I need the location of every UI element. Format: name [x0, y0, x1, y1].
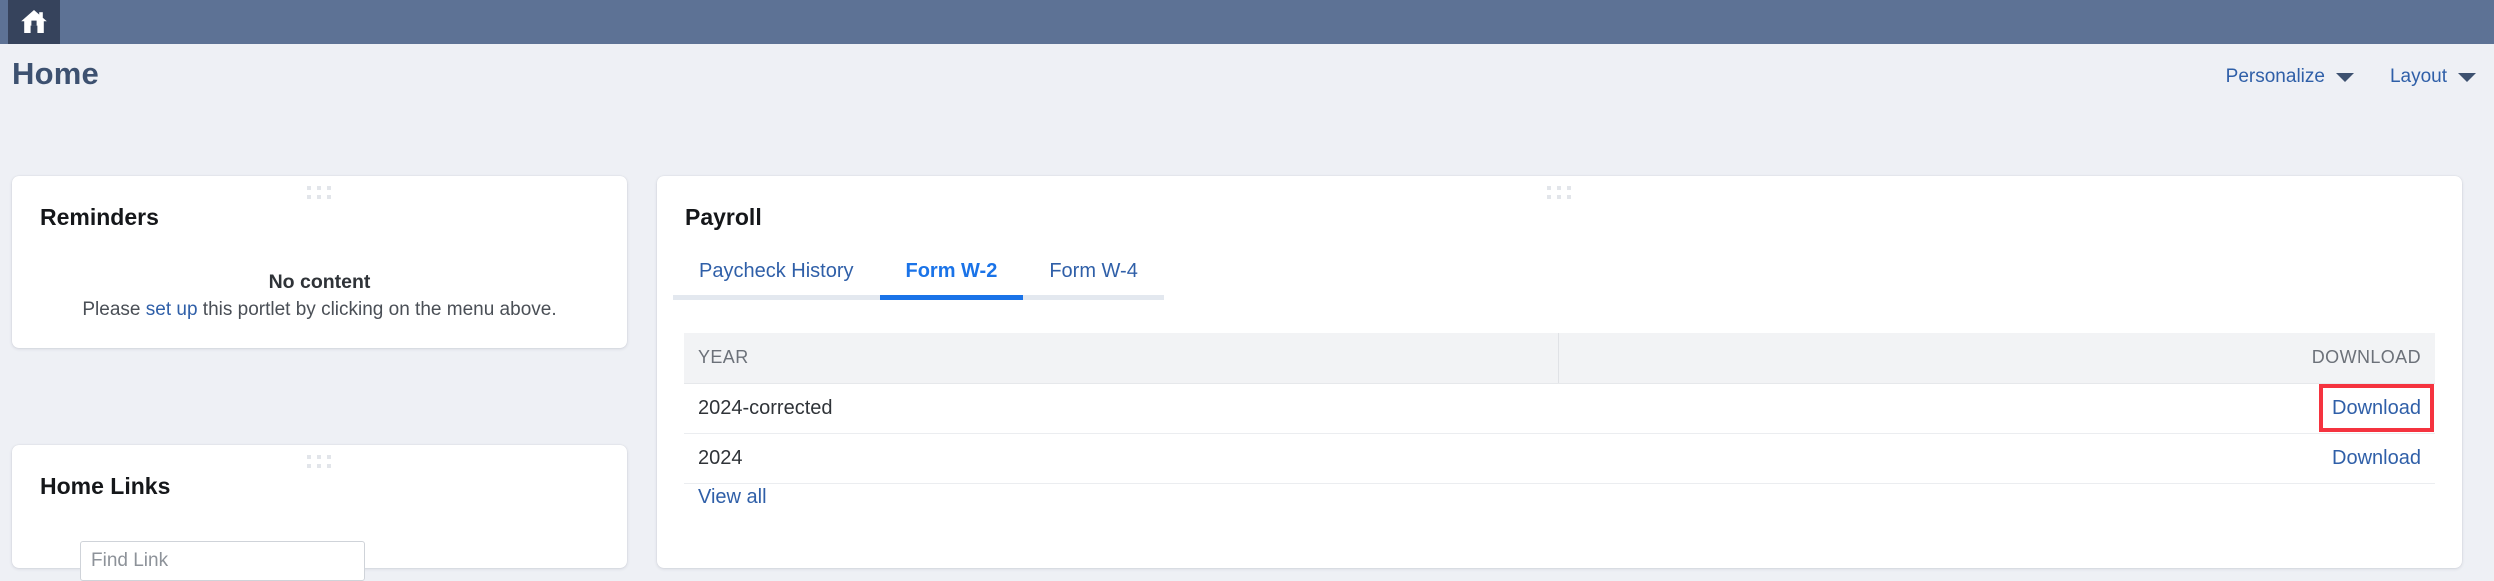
table-header: YEAR DOWNLOAD: [684, 333, 2435, 384]
reminders-portlet: Reminders No content Please set up this p…: [12, 176, 627, 348]
table-body: 2024-corrected Download 2024 Download: [684, 383, 2435, 484]
tab-paycheck-history[interactable]: Paycheck History: [673, 260, 880, 300]
drag-handle-icon[interactable]: [306, 455, 333, 468]
page-header: Home Personalize Layout: [0, 44, 2494, 100]
layout-label: Layout: [2389, 66, 2447, 87]
table-header-row: YEAR DOWNLOAD: [684, 333, 2435, 384]
personalize-menu-button[interactable]: Personalize: [2226, 66, 2354, 88]
tab-form-w4-label: Form W-4: [1049, 260, 1138, 282]
layout-menu-button[interactable]: Layout: [2390, 66, 2476, 88]
download-link-2024[interactable]: Download: [2332, 447, 2421, 469]
column-header-year: YEAR: [684, 333, 1558, 384]
reminders-empty-state: No content Please set up this portlet by …: [12, 268, 627, 324]
drag-handle-icon[interactable]: [306, 186, 333, 199]
home-icon: [19, 8, 49, 36]
tab-form-w2[interactable]: Form W-2: [879, 260, 1024, 300]
set-up-link[interactable]: set up: [146, 299, 198, 320]
chevron-down-icon: [2335, 72, 2354, 82]
column-header-download: DOWNLOAD: [1557, 333, 2435, 384]
view-all-link[interactable]: View all: [698, 486, 767, 509]
tab-paycheck-history-label: Paycheck History: [699, 260, 854, 282]
chevron-down-icon: [2458, 72, 2476, 82]
table-row: 2024-corrected Download: [684, 383, 2435, 434]
cell-download: Download: [1558, 383, 2435, 434]
table-row: 2024 Download: [684, 433, 2435, 484]
payroll-portlet: Payroll Paycheck History Form W-2 Form W…: [657, 176, 2462, 568]
tab-form-w4[interactable]: Form W-4: [1023, 260, 1164, 300]
cell-year: 2024: [684, 433, 1558, 484]
header-actions: Personalize Layout: [2226, 66, 2476, 88]
payroll-title: Payroll: [685, 204, 762, 230]
top-navigation-bar: [0, 0, 2494, 44]
reminders-empty-message: Please set up this portlet by clicking o…: [82, 299, 557, 321]
home-button[interactable]: [8, 0, 60, 44]
reminders-empty-title: No content: [268, 271, 371, 293]
payroll-tabs: Paycheck History Form W-2 Form W-4: [673, 254, 1164, 300]
home-links-title: Home Links: [40, 473, 171, 499]
page-title: Home: [12, 56, 99, 91]
drag-handle-icon[interactable]: [1546, 186, 1573, 199]
w2-forms-table: YEAR DOWNLOAD 2024-corrected Download 20…: [684, 333, 2435, 484]
reminders-title: Reminders: [40, 204, 159, 230]
cell-download: Download: [1558, 433, 2435, 484]
home-links-portlet: Home Links: [12, 445, 627, 581]
cell-year: 2024-corrected: [684, 383, 1558, 434]
personalize-label: Personalize: [2225, 66, 2325, 87]
download-link-2024-corrected[interactable]: Download: [2319, 383, 2434, 432]
find-link-input[interactable]: [80, 541, 365, 581]
tab-form-w2-label: Form W-2: [905, 260, 998, 282]
